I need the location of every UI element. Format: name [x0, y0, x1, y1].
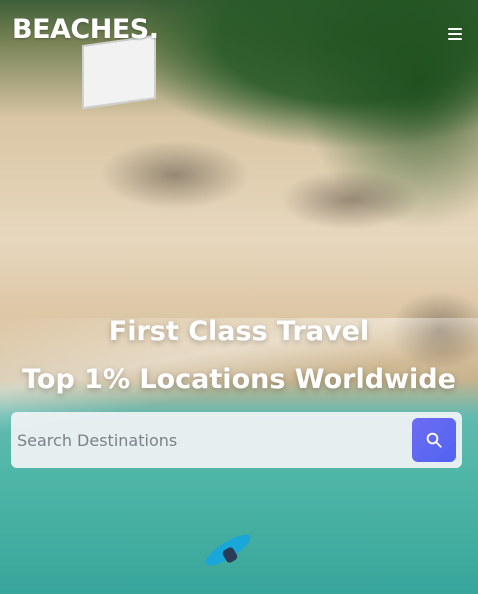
- hero-background: BEACHES. First Class Travel Top 1% Locat…: [0, 0, 478, 594]
- hero-headline-line2: Top 1% Locations Worldwide: [22, 364, 456, 395]
- hamburger-menu-icon[interactable]: [448, 28, 462, 40]
- lifeguard-hut: [82, 34, 156, 110]
- search-icon: [426, 432, 442, 448]
- palm-shadow: [280, 170, 420, 230]
- search-input[interactable]: [17, 429, 412, 451]
- search-button[interactable]: [412, 418, 456, 462]
- brand-logo[interactable]: BEACHES.: [12, 14, 159, 45]
- palm-shadow: [100, 140, 250, 210]
- hero-headline-line1: First Class Travel: [108, 316, 370, 347]
- search-bar: [11, 412, 462, 468]
